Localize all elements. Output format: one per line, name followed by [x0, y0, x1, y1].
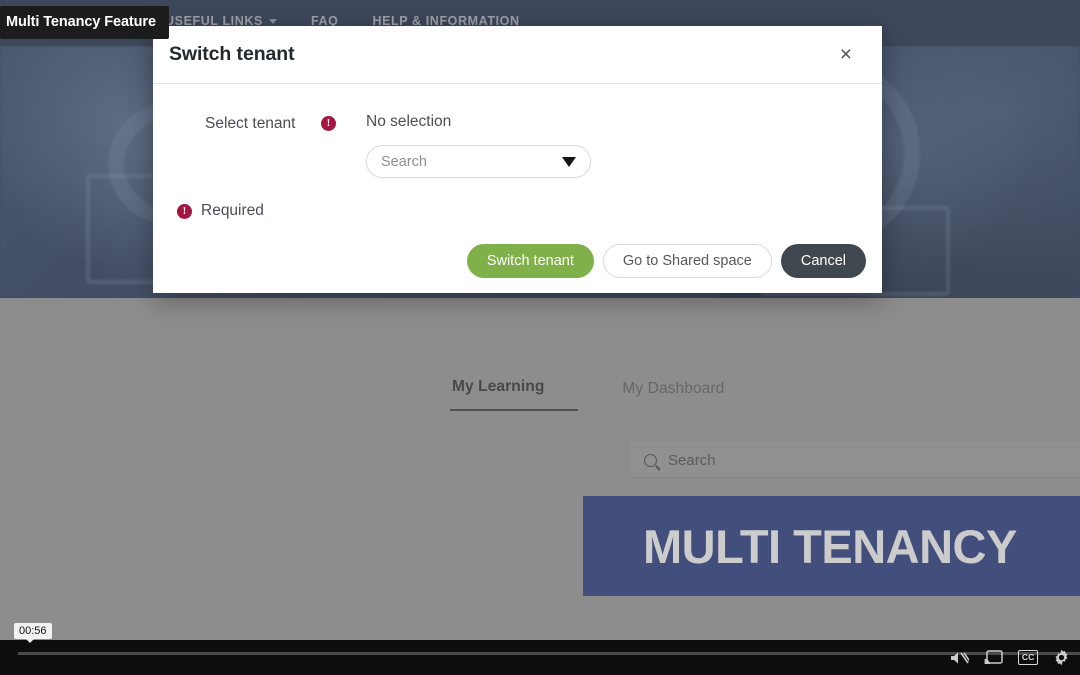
select-tenant-control: No selection Search [366, 110, 591, 178]
settings-gear-icon[interactable] [1053, 649, 1070, 666]
video-progress-scrubber[interactable]: 00:56 [14, 623, 1080, 655]
dialog-header: Switch tenant × [153, 26, 882, 84]
close-icon[interactable]: × [834, 40, 858, 69]
validation-message: Required [201, 202, 264, 219]
video-control-icons: CC [949, 640, 1070, 675]
dialog-body: Select tenant ! No selection Search ! Re… [153, 84, 882, 229]
video-time-tooltip: 00:56 [14, 623, 52, 643]
go-to-shared-space-button[interactable]: Go to Shared space [602, 244, 772, 278]
cast-icon[interactable] [984, 650, 1004, 665]
dialog-footer: Switch tenant Go to Shared space Cancel [153, 229, 882, 293]
validation-error-icon: ! [177, 203, 192, 219]
select-tenant-label: Select tenant [205, 115, 296, 132]
switch-tenant-button[interactable]: Switch tenant [466, 244, 594, 278]
dialog-title: Switch tenant [169, 43, 295, 65]
tenant-search-placeholder[interactable]: Search [381, 154, 562, 170]
validation-message-row: ! Required [169, 202, 866, 220]
select-tenant-field-row: Select tenant ! No selection Search [169, 110, 866, 178]
cancel-button[interactable]: Cancel [780, 244, 866, 278]
closed-captions-icon[interactable]: CC [1018, 650, 1038, 665]
switch-tenant-dialog: Switch tenant × Select tenant ! No selec… [153, 26, 882, 293]
video-player-frame[interactable]: USEFUL LINKS FAQ HELP & INFORMATION My L… [0, 0, 1080, 640]
mute-icon[interactable] [949, 650, 970, 666]
screenshot-root: USEFUL LINKS FAQ HELP & INFORMATION My L… [0, 0, 1080, 675]
field-error-icon: ! [321, 116, 336, 131]
video-title-overlay: Multi Tenancy Feature [0, 6, 169, 39]
video-control-bar: 00:56 CC [0, 623, 1080, 675]
selected-tenant-value: No selection [366, 113, 452, 130]
tenant-search-select[interactable]: Search [366, 145, 591, 178]
chevron-down-icon[interactable] [562, 156, 576, 167]
